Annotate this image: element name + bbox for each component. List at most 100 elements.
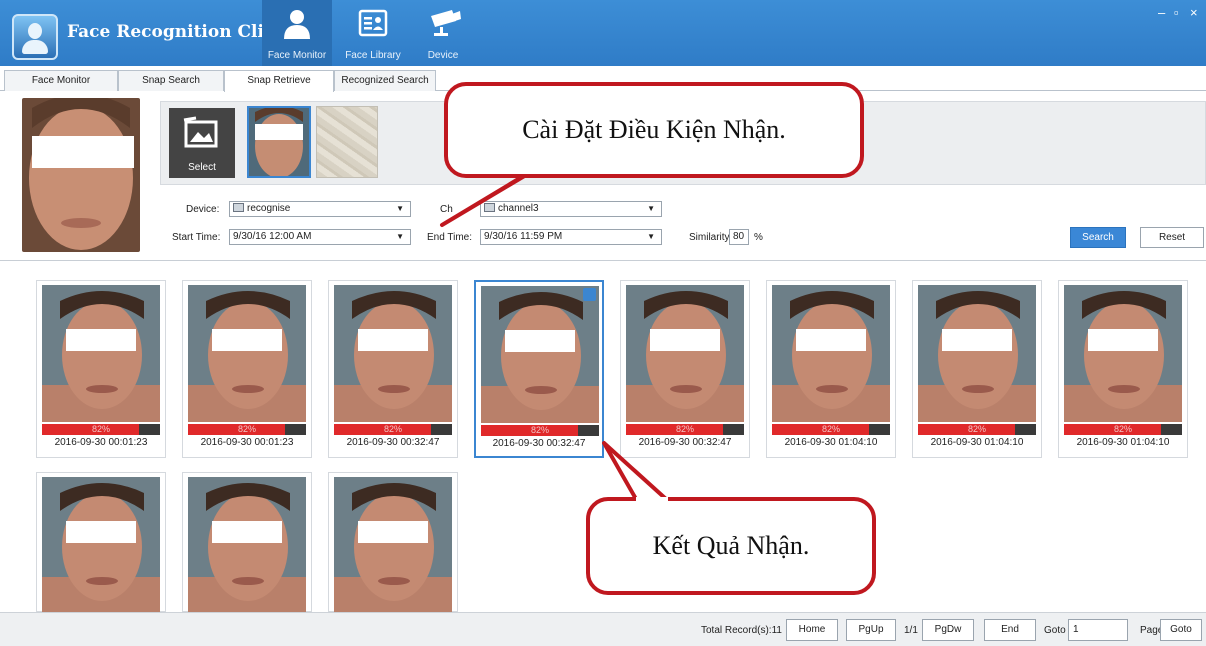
result-face-image	[188, 477, 306, 614]
start-time-label: Start Time:	[172, 232, 221, 243]
similarity-bar: 82%	[626, 424, 744, 435]
similarity-bar: 82%	[1064, 424, 1182, 435]
callout-join	[468, 170, 552, 174]
capture-time: 2016-09-30 00:32:47	[638, 437, 732, 448]
similarity-bar: 82%	[772, 424, 890, 435]
pgup-button[interactable]: PgUp	[846, 619, 896, 641]
similarity-percent: 82%	[383, 424, 402, 434]
app-window: Face Recognition Client Face Monitor Fac…	[0, 0, 1206, 646]
result-card[interactable]	[328, 472, 458, 614]
goto-page-input[interactable]: 1	[1068, 619, 1128, 641]
id-card-icon	[358, 9, 388, 37]
result-face-image	[334, 285, 452, 422]
goto-button[interactable]: Goto	[1160, 619, 1202, 641]
result-card[interactable]: 82% 2016-09-30 00:01:23	[36, 280, 166, 458]
reset-button[interactable]: Reset	[1140, 227, 1204, 248]
similarity-percent: 82%	[967, 424, 986, 434]
tab-face-monitor[interactable]: Face Monitor	[4, 70, 118, 91]
start-time-value: 9/30/16 12:00 AM	[233, 231, 312, 242]
nav-device[interactable]: Device	[408, 0, 478, 66]
device-value: recognise	[247, 203, 291, 214]
result-card[interactable]: 82% 2016-09-30 00:01:23	[182, 280, 312, 458]
similarity-bar: 82%	[42, 424, 160, 435]
capture-time: 2016-09-30 01:04:10	[930, 437, 1024, 448]
tab-recognized-search[interactable]: Recognized Search	[334, 70, 436, 91]
search-button[interactable]: Search	[1070, 227, 1126, 248]
app-logo-icon	[12, 14, 58, 60]
query-thumbnail-face[interactable]	[247, 106, 311, 178]
camera-icon	[431, 10, 461, 36]
similarity-input[interactable]: 80	[729, 229, 749, 245]
end-time-label: End Time:	[427, 232, 473, 243]
result-card[interactable]: 82% 2016-09-30 01:04:10	[1058, 280, 1188, 458]
result-face-image	[481, 286, 599, 423]
device-label: Device:	[186, 204, 220, 215]
callout-join	[636, 497, 668, 501]
pgdw-button[interactable]: PgDw	[922, 619, 974, 641]
select-image-button[interactable]: Select	[169, 108, 235, 178]
person-icon	[284, 10, 310, 39]
close-button[interactable]: ×	[1190, 5, 1198, 20]
similarity-bar: 82%	[918, 424, 1036, 435]
nav-face-library[interactable]: Face Library	[338, 0, 408, 66]
result-card[interactable]	[36, 472, 166, 614]
callout-results: Kết Quả Nhận.	[586, 497, 876, 595]
divider	[0, 260, 1206, 261]
similarity-label: Similarity:	[689, 232, 733, 243]
result-card[interactable]	[182, 472, 312, 614]
chevron-down-icon: ▼	[396, 204, 404, 213]
nav-label: Face Monitor	[267, 50, 327, 61]
home-button[interactable]: Home	[786, 619, 838, 641]
nav-face-monitor[interactable]: Face Monitor	[262, 0, 332, 66]
similarity-percent: 82%	[530, 425, 549, 435]
result-card[interactable]: 82% 2016-09-30 01:04:10	[912, 280, 1042, 458]
result-card[interactable]: 82% 2016-09-30 00:32:47	[620, 280, 750, 458]
similarity-percent: 82%	[237, 424, 256, 434]
capture-time: 2016-09-30 00:01:23	[200, 437, 294, 448]
end-time-field[interactable]: 9/30/16 11:59 PM ▼	[480, 229, 662, 245]
capture-time: 2016-09-30 01:04:10	[784, 437, 878, 448]
similarity-unit: %	[754, 232, 763, 243]
similarity-percent: 82%	[675, 424, 694, 434]
end-button[interactable]: End	[984, 619, 1036, 641]
chevron-down-icon: ▼	[396, 232, 404, 241]
similarity-bar: 82%	[188, 424, 306, 435]
similarity-percent: 82%	[91, 424, 110, 434]
result-card[interactable]: 82% 2016-09-30 00:32:47	[328, 280, 458, 458]
total-records: Total Record(s):11	[701, 625, 782, 636]
result-card[interactable]: 82% 2016-09-30 00:32:47	[474, 280, 604, 458]
channel-icon	[484, 203, 495, 212]
title-bar: Face Recognition Client Face Monitor Fac…	[0, 0, 1206, 66]
result-card[interactable]: 82% 2016-09-30 01:04:10	[766, 280, 896, 458]
privacy-mask	[32, 136, 134, 168]
nav-label: Face Library	[345, 50, 401, 61]
tab-snap-retrieve[interactable]: Snap Retrieve	[224, 70, 334, 92]
query-face-image[interactable]	[22, 98, 140, 252]
result-face-image	[772, 285, 890, 422]
tab-snap-search[interactable]: Snap Search	[118, 70, 224, 91]
channel-value: channel3	[498, 203, 539, 214]
similarity-bar: 82%	[334, 424, 452, 435]
start-time-field[interactable]: 9/30/16 12:00 AM ▼	[229, 229, 411, 245]
result-face-image	[334, 477, 452, 614]
channel-label: Ch	[440, 204, 453, 215]
restore-button[interactable]: ▫	[1174, 5, 1179, 20]
device-select[interactable]: recognise ▼	[229, 201, 411, 217]
minimize-button[interactable]: –	[1158, 5, 1165, 20]
pagination-bar: Total Record(s):11 Home PgUp 1/1 PgDw En…	[0, 612, 1206, 646]
chevron-down-icon: ▼	[647, 232, 655, 241]
select-label: Select	[188, 162, 216, 173]
result-face-image	[42, 477, 160, 614]
end-time-value: 9/30/16 11:59 PM	[484, 231, 563, 242]
capture-time: 2016-09-30 00:32:47	[346, 437, 440, 448]
person-badge-icon[interactable]	[583, 288, 596, 301]
capture-time: 2016-09-30 00:01:23	[54, 437, 148, 448]
nav-label: Device	[427, 50, 459, 61]
result-face-image	[42, 285, 160, 422]
image-picture-icon	[183, 116, 218, 148]
channel-select[interactable]: channel3 ▼	[480, 201, 662, 217]
page-info: 1/1	[904, 625, 918, 636]
query-thumbnail-background[interactable]	[316, 106, 378, 178]
result-face-image	[918, 285, 1036, 422]
device-icon	[233, 203, 244, 212]
